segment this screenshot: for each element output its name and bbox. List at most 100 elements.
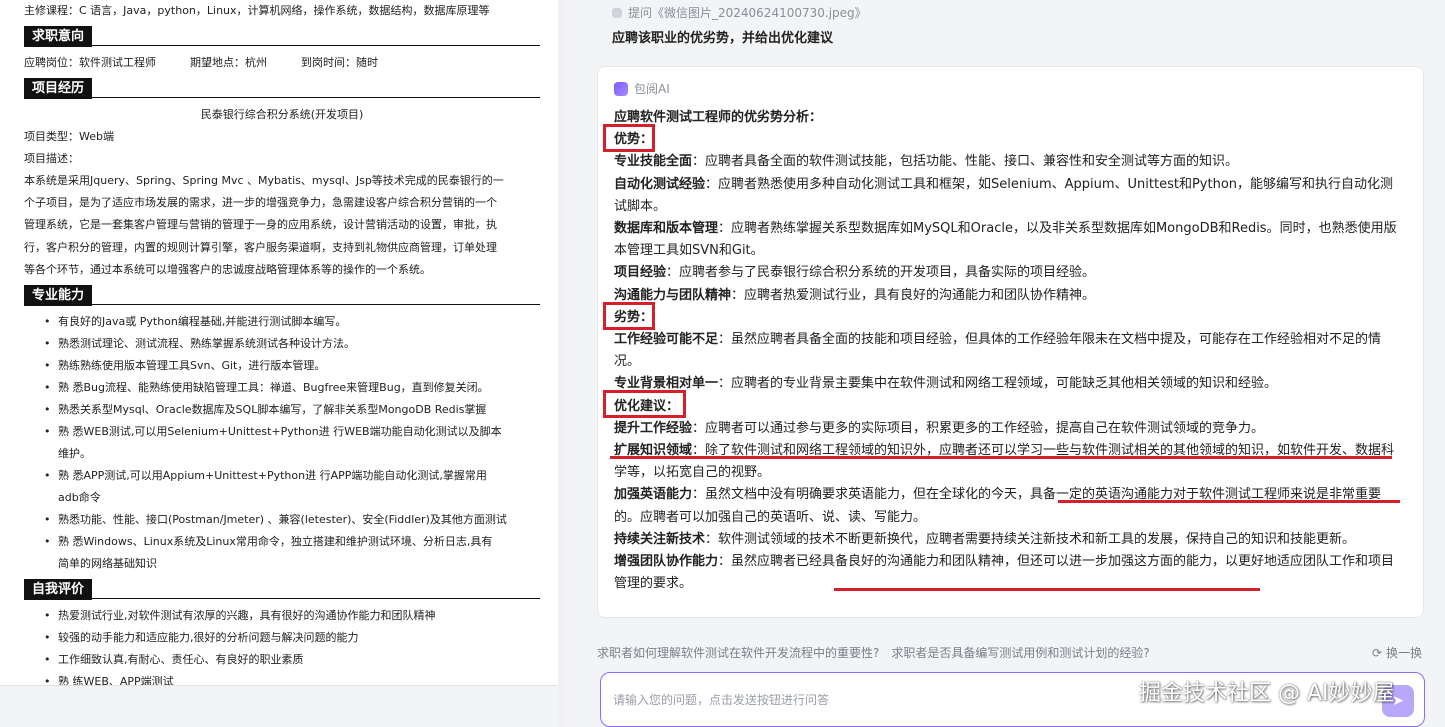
divider	[84, 598, 540, 600]
answer-item: 工作经验可能不足：虽然应聘者具备全面的技能和项目经验，但具体的工作经验年限未在文…	[614, 329, 1406, 373]
desc-line: 个子项目，是为了适应市场发展的需求，进一步的增强竞争力，急需建设客户综合积分营销…	[24, 196, 497, 210]
item-key: 沟通能力与团队精神	[614, 287, 732, 303]
section-header-skills: 专业能力	[24, 282, 540, 308]
annotation-box-disadvantages	[603, 302, 655, 330]
self-eval-list: 热爱测试行业,对软件测试有浓厚的兴趣，具有很好的沟通协作能力和团队精神 较强的动…	[44, 605, 540, 685]
watermark: 掘金技术社区 @ AI妙妙屋	[1139, 681, 1395, 706]
answer-item: 持续关注新技术：软件测试领域的技术不断更新换代，应聘者需要持续关注新技术和新工具…	[614, 529, 1406, 551]
answer-item: 提升工作经验：应聘者可以通过参与更多的实际项目，积累更多的工作经验，提高自己在软…	[614, 418, 1406, 440]
item-key: 项目经验	[614, 265, 667, 281]
desc-line: 本系统是采用Jquery、Spring、Spring Mvc 、Mybatis、…	[24, 174, 504, 187]
item-value: ：应聘者可以通过参与更多的实际项目，积累更多的工作经验，提高自己在软件测试领域的…	[692, 420, 1265, 436]
item-value: ：应聘者的专业背景主要集中在软件测试和网络工程领域，可能缺乏其他相关领域的知识和…	[718, 376, 1278, 392]
list-item: 熟 悉WEB测试,可以用Selenium+Unittest+Python进 行W…	[44, 421, 540, 465]
answer-item: 专业技能全面：应聘者具备全面的软件测试技能，包括功能、性能、接口、兼容性和安全测…	[614, 151, 1406, 173]
suggested-question[interactable]: 求职者是否具备编写测试用例和测试计划的经验?	[891, 644, 1149, 661]
list-item-text: 维护。	[58, 447, 91, 461]
ai-logo-icon	[614, 81, 628, 96]
item-value: ：虽然应聘者已经具备良好的沟通能力和团队精神，但还可以进一步加强这方面的能力，以…	[614, 554, 1395, 592]
item-value: ：除了软件测试和网络工程领域的知识外，应聘者还可以学习一些与软件测试相关的其他领…	[614, 443, 1395, 481]
list-item: 工作细致认真,有耐心、责任心、有良好的职业素质	[44, 649, 540, 671]
item-key: 加强英语能力	[614, 487, 693, 503]
skills-list: 有良好的Java或 Python编程基础,并能进行测试脚本编写。 熟悉测试理论、…	[44, 311, 540, 575]
project-title: 民泰银行综合积分系统(开发项目)	[200, 108, 364, 121]
answer-item: 加强英语能力：虽然文档中没有明确要求英语能力，但在全球化的今天，具备一定的英语沟…	[614, 484, 1406, 528]
advantages-heading: 优势：	[614, 132, 654, 148]
suggested-questions: 求职者如何理解软件测试在软件开发流程中的重要性? 求职者是否具备编写测试用例和测…	[597, 644, 1150, 661]
project-description: 本系统是采用Jquery、Spring、Spring Mvc 、Mybatis、…	[24, 170, 540, 281]
intent-location: 期望地点：杭州	[190, 56, 267, 69]
document-footer-bar	[0, 685, 558, 727]
divider	[84, 97, 540, 98]
divider	[84, 304, 540, 306]
section-title: 专业能力	[24, 285, 93, 307]
section-title: 项目经历	[24, 78, 93, 99]
list-item: 熟悉功能、性能、接口(Postman/Jmeter) 、兼容(letester)…	[44, 509, 540, 531]
answer-title: 应聘软件测试工程师的优劣势分析：	[614, 110, 823, 125]
file-icon	[612, 8, 622, 18]
answer-item: 扩展知识领域：除了软件测试和网络工程领域的知识外，应聘者还可以学习一些与软件测试…	[614, 440, 1406, 484]
divider	[84, 45, 540, 46]
desc-line: 行，客户积分的管理，内置的规则计算引擎，客户服务渠道啊，支持到礼物供应商管理，订…	[24, 240, 497, 254]
disadvantages-heading: 劣势：	[614, 309, 654, 325]
item-value: ：应聘者热爱测试行业，具有良好的沟通能力和团队协作精神。	[731, 287, 1096, 303]
item-key: 工作经验可能不足	[614, 332, 719, 348]
item-value: ：虽然文档中没有明确要求英语能力，但在全球化的今天，具备一定的英语沟通能力对于软…	[614, 487, 1382, 525]
list-item: 熟练熟练使用版本管理工具Svn、Git，进行版本管理。	[44, 355, 540, 377]
item-value: ：应聘者具备全面的软件测试技能，包括功能、性能、接口、兼容性和安全测试等方面的知…	[692, 154, 1239, 170]
list-item-text: 熟 悉WEB测试,可以用Selenium+Unittest+Python进 行W…	[58, 425, 502, 439]
annotation-underline	[1058, 500, 1400, 503]
desc-line: 管理系统，它是一套集客户管理与营销的管理于一身的应用系统，设计营销活动的设置，审…	[24, 218, 497, 232]
answer-item: 项目经验：应聘者参与了民泰银行综合积分系统的开发项目，具备实际的项目经验。	[614, 262, 1406, 284]
resume-document: 主修课程：C 语言，Java，python，Linux，计算机网络，操作系统，数…	[0, 0, 558, 685]
section-header-project: 项目经历	[24, 75, 540, 101]
user-question: 应聘该职业的优劣势，并给出优化建议	[612, 31, 834, 46]
desc-line: 等各个环节，通过本系统可以增强客户的忠诚度战略管理体系等的操作的一个系统。	[24, 262, 431, 276]
refresh-icon: ⟳	[1372, 645, 1383, 660]
item-value: ：应聘者熟练掌握关系型数据库如MySQL和Oracle，以及非关系型数据库如Mo…	[614, 221, 1397, 259]
item-value: ：应聘者熟悉使用多种自动化测试工具和框架，如Selenium、Appium、Un…	[614, 176, 1394, 214]
ai-answer: 应聘软件测试工程师的优劣势分析： 优势： 专业技能全面：应聘者具备全面的软件测试…	[614, 107, 1406, 595]
section-title: 自我评价	[24, 579, 93, 601]
item-value: ：应聘者参与了民泰银行综合积分系统的开发项目，具备实际的项目经验。	[666, 265, 1096, 281]
annotation-box-advantages	[603, 124, 655, 152]
section-title: 求职意向	[24, 26, 93, 47]
item-key: 数据库和版本管理	[614, 221, 719, 237]
main-courses: 主修课程：C 语言，Java，python，Linux，计算机网络，操作系统，数…	[24, 4, 490, 17]
chat-input[interactable]	[613, 693, 1113, 707]
answer-item: 自动化测试经验：应聘者熟悉使用多种自动化测试工具和框架，如Selenium、Ap…	[614, 174, 1406, 218]
refresh-button[interactable]: ⟳ 换一换	[1372, 644, 1422, 661]
item-value: ：虽然应聘者具备全面的技能和项目经验，但具体的工作经验年限未在文档中提及，可能存…	[614, 332, 1382, 370]
ai-header: 包阅AI	[614, 80, 670, 97]
item-key: 增强团队协作能力	[614, 554, 719, 570]
refresh-label: 换一换	[1386, 646, 1423, 660]
list-item: 有良好的Java或 Python编程基础,并能进行测试脚本编写。	[44, 311, 540, 333]
list-item-text: 熟 悉APP测试,可以用Appium+Unittest+Python进 行APP…	[58, 469, 487, 483]
item-key: 持续关注新技术	[614, 531, 706, 547]
ai-name: 包阅AI	[634, 82, 670, 96]
list-item: 熟 悉Windows、Linux系统及Linux常用命令，独立搭建和维护测试环境…	[44, 531, 540, 575]
list-item: 热爱测试行业,对软件测试有浓厚的兴趣，具有很好的沟通协作能力和团队精神	[44, 605, 540, 627]
project-type: 项目类型：Web端	[24, 130, 114, 143]
job-intent-row: 应聘岗位：软件测试工程师 期望地点：杭州 到岗时间：随时	[24, 52, 540, 74]
answer-item: 数据库和版本管理：应聘者熟练掌握关系型数据库如MySQL和Oracle，以及非关…	[614, 218, 1406, 262]
list-item: 熟 悉Bug流程、能熟练使用缺陷管理工具：禅道、Bugfree来管理Bug，直到…	[44, 377, 540, 399]
answer-item: 沟通能力与团队精神：应聘者热爱测试行业，具有良好的沟通能力和团队协作精神。	[614, 285, 1406, 307]
answer-item: 专业背景相对单一：应聘者的专业背景主要集中在软件测试和网络工程领域，可能缺乏其他…	[614, 373, 1406, 395]
list-item: 熟悉测试理论、测试流程、熟练掌握系统测试各种设计方法。	[44, 333, 540, 355]
annotation-underline	[834, 588, 1260, 591]
question-reference: 提问《微信图片_20240624100730.jpeg》	[612, 5, 867, 21]
question-ref-text: 提问《微信图片_20240624100730.jpeg》	[628, 6, 867, 20]
suggested-question[interactable]: 求职者如何理解软件测试在软件开发流程中的重要性?	[597, 644, 879, 661]
list-item: 熟悉关系型Mysql、Oracle数据库及SQL脚本编写，了解非关系型Mongo…	[44, 399, 540, 421]
ai-answer-card: 包阅AI 应聘软件测试工程师的优劣势分析： 优势： 专业技能全面：应聘者具备全面…	[597, 66, 1424, 618]
item-key: 提升工作经验	[614, 420, 693, 436]
intent-time: 到岗时间：随时	[301, 56, 378, 69]
item-value: ：软件测试领域的技术不断更新换代，应聘者需要持续关注新技术和新工具的发展，保持自…	[705, 531, 1356, 547]
annotation-box-suggestions	[603, 390, 686, 418]
list-item: 熟 练WEB、APP端测试	[44, 671, 540, 685]
list-item-text: 简单的网络基础知识	[58, 557, 157, 571]
item-key: 自动化测试经验	[614, 176, 706, 192]
intent-position: 应聘岗位：软件测试工程师	[24, 56, 156, 69]
annotation-underline	[610, 456, 1392, 459]
